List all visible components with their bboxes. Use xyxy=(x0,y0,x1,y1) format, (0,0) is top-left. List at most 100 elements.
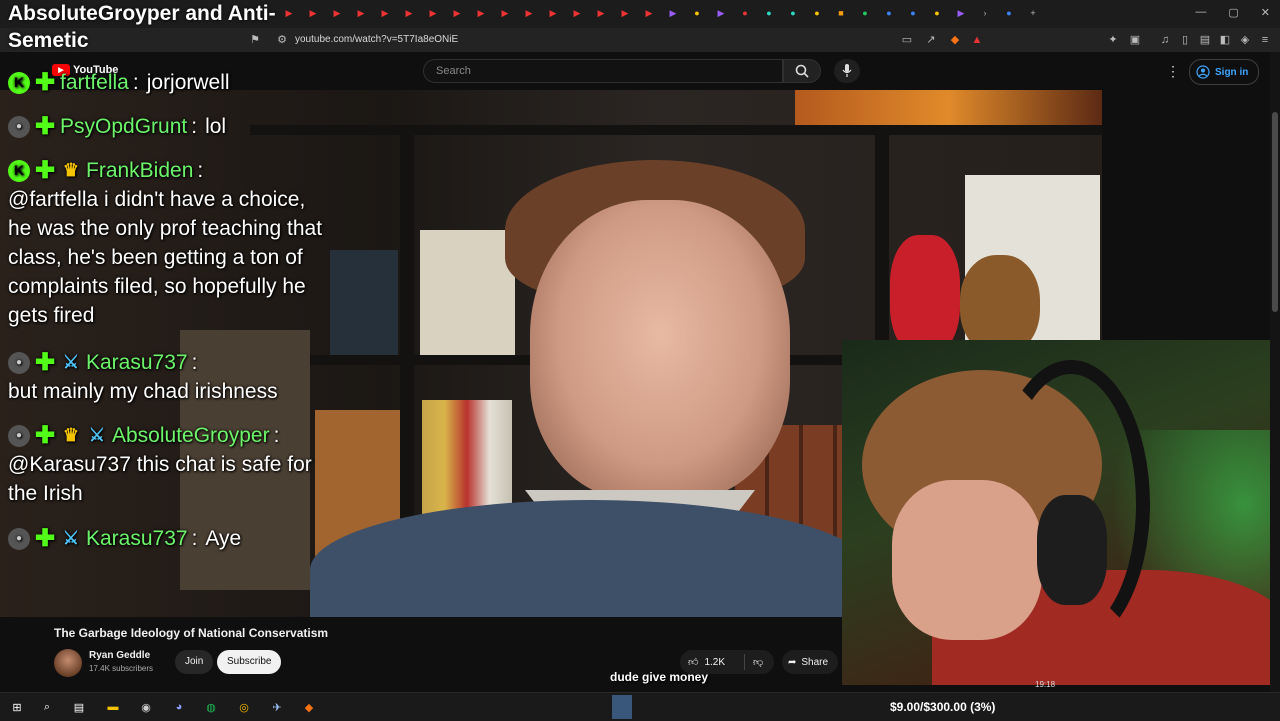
tab-site-icon[interactable]: ● xyxy=(858,6,872,20)
book xyxy=(330,250,398,355)
rewards-icon[interactable]: ▲ xyxy=(970,33,984,47)
search-input[interactable]: Search xyxy=(423,59,783,83)
tab-youtube-icon[interactable]: ▶ xyxy=(282,6,296,20)
subscribe-button[interactable]: Subscribe xyxy=(217,650,282,674)
obs-icon[interactable]: ◉ xyxy=(137,698,155,716)
windows-start-icon[interactable]: ⊞ xyxy=(8,698,26,716)
chat-separator: : xyxy=(191,351,198,374)
tab-youtube-icon[interactable]: ▶ xyxy=(642,6,656,20)
chat-username: fartfella xyxy=(60,71,129,94)
extensions-icon[interactable]: ✦ xyxy=(1106,33,1120,47)
tab-youtube-icon[interactable]: ▶ xyxy=(570,6,584,20)
wallet-icon[interactable]: ▤ xyxy=(1198,33,1212,47)
sidebar-icon[interactable]: ▯ xyxy=(1178,33,1192,47)
like-button[interactable]: 👍︎ 1.2K xyxy=(688,654,745,670)
sign-in-button[interactable]: Sign in xyxy=(1189,59,1260,85)
new-tab-icon[interactable]: + xyxy=(1026,6,1040,20)
tab-site-icon[interactable]: ● xyxy=(882,6,896,20)
tab-site-icon[interactable]: ● xyxy=(762,6,776,20)
tab-youtube-icon[interactable]: ▶ xyxy=(306,6,320,20)
extension-icon[interactable]: ▣ xyxy=(1128,33,1142,47)
shield-icon[interactable]: ◈ xyxy=(1238,33,1252,47)
plus-badge-icon: ✚ xyxy=(34,422,56,449)
chat-text: jorjorwell xyxy=(146,71,230,94)
avatar-badge-icon: ● xyxy=(8,527,30,550)
share-page-icon[interactable]: ↗ xyxy=(924,33,938,47)
window-controls: — ▢ ✕ xyxy=(1195,6,1270,19)
spotify-icon[interactable]: ◍ xyxy=(202,698,220,716)
framed-art xyxy=(795,90,1102,125)
chat-text: Aye xyxy=(205,527,242,550)
tab-site-icon[interactable]: ● xyxy=(786,6,800,20)
menu-icon[interactable]: ≡ xyxy=(1258,33,1272,47)
donation-goal: $9.00/$300.00 (3%) xyxy=(890,700,996,714)
tab-twitch-icon[interactable]: ▶ xyxy=(666,6,680,20)
close-icon[interactable]: ✕ xyxy=(1261,6,1270,19)
tab-twitch-icon[interactable]: ▶ xyxy=(954,6,968,20)
search-icon[interactable]: ⌕ xyxy=(38,698,56,716)
avatar-badge-icon: ● xyxy=(8,115,30,138)
tab-site-icon[interactable]: ● xyxy=(690,6,704,20)
vpn-icon[interactable]: ◧ xyxy=(1218,33,1232,47)
url-field[interactable]: youtube.com/watch?v=5T7Ia8eONiE xyxy=(295,34,458,45)
tab-youtube-icon[interactable]: ▶ xyxy=(498,6,512,20)
tab-youtube-icon[interactable]: ▶ xyxy=(474,6,488,20)
active-window-indicator[interactable] xyxy=(612,695,632,719)
chat-message: K ✚ fartfella: jorjorwell xyxy=(8,68,230,97)
avatar-badge-icon: ● xyxy=(8,351,30,374)
plus-badge-icon: ✚ xyxy=(34,157,56,184)
task-view-icon[interactable]: ▤ xyxy=(70,698,88,716)
tab-youtube-icon[interactable]: ▶ xyxy=(546,6,560,20)
chrome-icon[interactable]: ◎ xyxy=(235,698,253,716)
thumbs-down-icon: 👎︎ xyxy=(753,657,764,668)
brave-icon[interactable]: ◆ xyxy=(300,698,318,716)
brave-shield-icon[interactable]: ◆ xyxy=(948,33,962,47)
sign-in-label: Sign in xyxy=(1215,66,1249,78)
tab-site-icon[interactable]: ● xyxy=(930,6,944,20)
media-icon[interactable]: ♫ xyxy=(1158,33,1172,47)
tab-site-icon[interactable]: ■ xyxy=(834,6,848,20)
tab-youtube-icon[interactable]: ▶ xyxy=(402,6,416,20)
dislike-button[interactable]: 👎︎ xyxy=(753,656,763,668)
page-scrollbar[interactable] xyxy=(1270,52,1280,692)
voice-search-button[interactable] xyxy=(834,59,860,83)
chat-separator: : xyxy=(197,159,204,182)
search-button[interactable] xyxy=(783,59,821,83)
tab-youtube-icon[interactable]: ▶ xyxy=(426,6,440,20)
tab-youtube-icon[interactable]: ▶ xyxy=(522,6,536,20)
share-button[interactable]: ➦ Share xyxy=(782,650,839,674)
join-button[interactable]: Join xyxy=(175,650,214,674)
tab-youtube-icon[interactable]: ▶ xyxy=(378,6,392,20)
chat-separator: : xyxy=(273,424,280,447)
tab-youtube-icon[interactable]: ▶ xyxy=(594,6,608,20)
bookshelf-board xyxy=(250,125,1102,135)
tab-youtube-icon[interactable]: ▶ xyxy=(354,6,368,20)
discord-icon[interactable]: ◕ xyxy=(170,698,188,716)
tab-site-icon[interactable]: ● xyxy=(906,6,920,20)
maximize-icon[interactable]: ▢ xyxy=(1228,6,1238,19)
tab-site-icon[interactable]: › xyxy=(978,6,992,20)
file-explorer-icon[interactable]: ▬ xyxy=(104,698,122,716)
tab-youtube-icon[interactable]: ▶ xyxy=(618,6,632,20)
sword-badge-icon: ⚔ xyxy=(62,528,80,548)
tab-youtube-icon[interactable]: ▶ xyxy=(450,6,464,20)
chat-message: ● ✚ ⚔ Karasu737: Aye xyxy=(8,524,241,553)
steam-icon[interactable]: ✈ xyxy=(268,698,286,716)
scrollbar-thumb[interactable] xyxy=(1272,112,1278,312)
tab-active-icon[interactable]: ● xyxy=(1002,6,1016,20)
more-options-icon[interactable]: ⋮ xyxy=(1166,63,1180,80)
chat-username: Karasu737 xyxy=(86,351,188,374)
chat-separator: : xyxy=(191,115,198,138)
channel-avatar[interactable] xyxy=(54,649,82,677)
screen-icon[interactable]: ▭ xyxy=(900,33,914,47)
chat-separator: : xyxy=(132,71,139,94)
tab-site-icon[interactable]: ● xyxy=(738,6,752,20)
plus-badge-icon: ✚ xyxy=(34,69,56,96)
minimize-icon[interactable]: — xyxy=(1195,6,1206,19)
tab-site-icon[interactable]: ● xyxy=(810,6,824,20)
plus-badge-icon: ✚ xyxy=(34,113,56,140)
tab-youtube-icon[interactable]: ▶ xyxy=(330,6,344,20)
channel-name[interactable]: Ryan Geddle xyxy=(89,650,150,661)
kick-badge-icon: K xyxy=(8,71,30,94)
tab-twitch-icon[interactable]: ▶ xyxy=(714,6,728,20)
